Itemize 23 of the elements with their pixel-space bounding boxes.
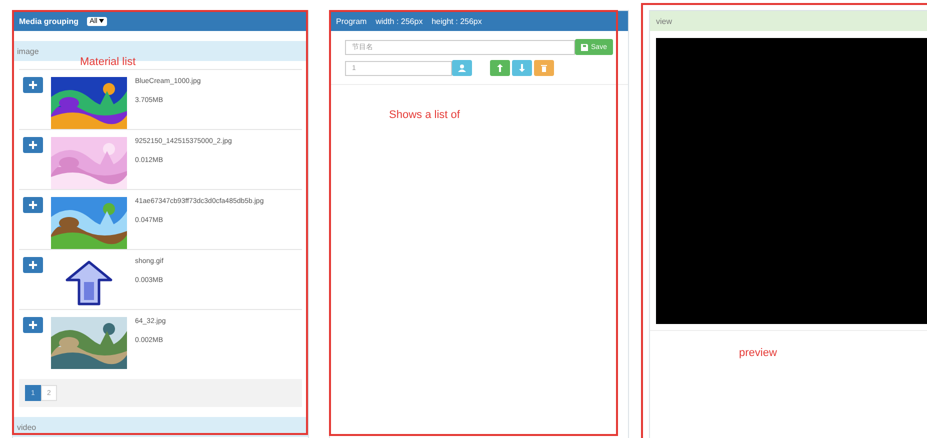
add-button[interactable]	[23, 257, 43, 273]
save-icon	[581, 44, 588, 50]
add-button[interactable]	[23, 317, 43, 333]
header-title: Media grouping	[19, 16, 79, 26]
add-button[interactable]	[23, 77, 43, 93]
caret-icon	[99, 19, 104, 23]
trash-icon	[541, 64, 547, 72]
add-button[interactable]	[23, 137, 43, 153]
plus-icon	[29, 321, 37, 329]
plus-icon	[29, 261, 37, 269]
up-arrow-icon	[497, 64, 503, 72]
plus-icon	[29, 81, 37, 89]
header-title: Program width : 256px height : 256px	[336, 16, 482, 26]
move-up-button[interactable]	[490, 60, 510, 76]
up-arrow-icon	[64, 260, 114, 306]
person-icon	[458, 64, 466, 72]
plus-icon	[29, 201, 37, 209]
annotation-label: preview	[739, 347, 777, 359]
annotation-label: Shows a list of	[389, 109, 460, 121]
plus-icon	[29, 141, 37, 149]
panel-header: view	[650, 11, 927, 31]
down-arrow-icon	[519, 64, 525, 72]
add-button[interactable]	[23, 197, 43, 213]
